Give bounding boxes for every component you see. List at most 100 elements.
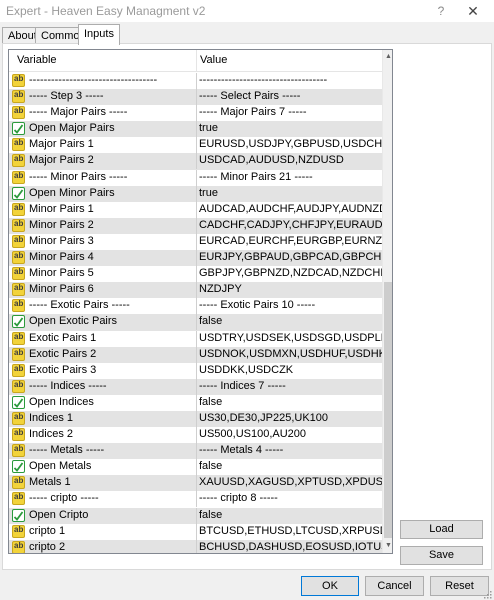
row-value[interactable]: ----- Minor Pairs 21 ----- [199,171,313,183]
bool-check-icon [12,508,25,522]
table-row[interactable]: Open Minor Pairs true [9,185,382,202]
row-value[interactable]: ----- Indices 7 ----- [199,380,286,392]
table-row[interactable]: ab Minor Pairs 3 EURCAD,EURCHF,EURGBP,EURN… [9,233,390,250]
row-variable: cripto 2 [29,540,66,553]
ok-button[interactable]: OK [301,576,359,596]
row-value[interactable]: EURUSD,USDJPY,GBPUSD,USDCHF [199,138,389,150]
table-row[interactable]: ab ----- Step 3 ----- ----- Select Pairs -… [9,89,382,106]
reset-button[interactable]: Reset [430,576,489,596]
row-variable: Exotic Pairs 2 [29,347,97,360]
save-button[interactable]: Save [400,546,483,565]
table-row[interactable]: ab Major Pairs 2 USDCAD,AUDUSD,NZDUSD [9,153,382,170]
resize-grip-icon[interactable] [484,591,492,599]
string-ab-icon: ab [12,524,25,538]
table-row[interactable]: ab Metals 1 XAUUSD,XAGUSD,XPTUSD,XPDUSD [9,475,391,492]
cancel-button[interactable]: Cancel [365,576,424,596]
table-row[interactable]: ab Minor Pairs 1 AUDCAD,AUDCHF,AUDJPY,AUDN… [9,201,387,218]
column-header-value[interactable]: Value [200,54,227,66]
row-value[interactable]: EURJPY,GBPAUD,GBPCAD,GBPCHF [199,251,388,263]
vertical-scrollbar[interactable]: ▲ ▼ [382,50,392,553]
row-value[interactable]: ----- Select Pairs ----- [199,90,300,102]
string-type-label: ab [14,218,24,228]
table-row[interactable]: ab Minor Pairs 5 GBPJPY,GBPNZD,NZDCAD,NZDC… [9,266,387,283]
table-row[interactable]: ab Minor Pairs 6 NZDJPY [9,282,382,299]
table-row[interactable]: ab Exotic Pairs 1 USDTRY,USDSEK,USDSGD,USD… [9,330,389,347]
table-row[interactable]: ab ----- Indices ----- ----- Indices 7 ---… [9,378,382,395]
row-value[interactable]: ----- Major Pairs 7 ----- [199,106,307,118]
column-divider[interactable] [196,50,197,72]
table-row[interactable]: ab ----- Minor Pairs ----- ----- Minor Pai… [9,169,382,186]
row-value[interactable]: NZDJPY [199,283,242,295]
row-value[interactable]: BTCUSD,ETHUSD,LTCUSD,XRPUSD [199,525,388,537]
row-value[interactable]: USDTRY,USDSEK,USDSGD,USDPLN [199,332,389,344]
table-row[interactable]: Open Major Pairs true [9,121,382,138]
table-row[interactable]: ab Indices 1 US30,DE30,JP225,UK100 [9,410,382,428]
cell-divider [196,89,197,106]
table-row[interactable]: ab ----- Metals ----- ----- Metals 4 ----- [9,443,382,460]
table-row[interactable]: ab ----- Major Pairs ----- ----- Major Pai… [9,105,382,122]
cell-divider [196,491,197,508]
row-value[interactable]: USDCAD,AUDUSD,NZDUSD [199,154,344,166]
row-value[interactable]: CADCHF,CADJPY,CHFJPY,EURAUD [199,219,383,231]
row-value[interactable]: false [199,460,222,472]
scroll-up-icon[interactable]: ▲ [383,50,392,64]
cell-divider [196,410,197,427]
column-header-variable[interactable]: Variable [17,54,57,66]
table-row[interactable]: Open Indices false [9,394,382,411]
string-ab-icon: ab [12,202,25,216]
cell-divider [196,282,197,299]
cell-divider [196,378,197,395]
row-value[interactable]: AUDCAD,AUDCHF,AUDJPY,AUDNZD [199,203,387,215]
row-value[interactable]: ----- cripto 8 ----- [199,492,278,504]
close-button[interactable]: ✕ [456,1,490,21]
row-variable: cripto 1 [29,524,66,537]
string-ab-icon: ab [12,218,25,232]
help-button[interactable]: ? [430,1,452,21]
row-value[interactable]: BCHUSD,DASHUSD,EOSUSD,IOTUSD [199,541,392,553]
table-row[interactable]: ab Minor Pairs 4 EURJPY,GBPAUD,GBPCAD,GBPC… [9,250,388,267]
table-row[interactable]: ab Indices 2 US500,US100,AU200 [9,427,382,444]
table-row[interactable]: ab ----- cripto ----- ----- cripto 8 ----- [9,491,382,508]
table-row[interactable]: ab Major Pairs 1 EURUSD,USDJPY,GBPUSD,USDC… [9,137,389,154]
string-ab-icon: ab [12,251,25,265]
row-value[interactable]: USDNOK,USDMXN,USDHUF,USDHKD [199,348,392,360]
string-ab-icon: ab [12,283,25,297]
scroll-down-icon[interactable]: ▼ [383,539,392,553]
table-row[interactable]: ab ----- Exotic Pairs ----- ----- Exotic P… [9,298,382,315]
string-ab-icon: ab [12,444,25,458]
row-value[interactable]: ----------------------------------- [199,74,327,86]
row-variable: ----- Indices ----- [29,379,107,392]
string-ab-icon: ab [12,476,25,490]
table-row[interactable]: Open Metals false [9,459,382,476]
row-variable: Metals 1 [29,476,71,489]
row-value[interactable]: US500,US100,AU200 [199,428,306,440]
row-value[interactable]: false [199,509,222,521]
row-value[interactable]: USDDKK,USDCZK [199,364,293,376]
string-type-label: ab [14,524,24,534]
load-button[interactable]: Load [400,520,483,539]
table-row[interactable]: Open Exotic Pairs false [9,314,382,331]
table-row[interactable]: ab ----------------------------------- ---… [9,73,382,89]
string-type-label: ab [14,347,24,357]
row-variable: ----- Metals ----- [29,444,105,457]
table-row[interactable]: ab cripto 2 BCHUSD,DASHUSD,EOSUSD,IOTUSD [9,539,392,553]
row-value[interactable]: EURCAD,EURCHF,EURGBP,EURNZD [199,235,390,247]
row-value[interactable]: true [199,122,218,134]
tab-inputs[interactable]: Inputs [78,24,120,45]
row-value[interactable]: false [199,396,222,408]
row-value[interactable]: GBPJPY,GBPNZD,NZDCAD,NZDCHF [199,267,387,279]
string-type-label: ab [14,492,24,502]
row-value[interactable]: XAUUSD,XAGUSD,XPTUSD,XPDUSD [199,476,391,488]
row-value[interactable]: ----- Exotic Pairs 10 ----- [199,299,315,311]
table-row[interactable]: ab Exotic Pairs 2 USDNOK,USDMXN,USDHUF,USD… [9,346,392,363]
row-value[interactable]: true [199,187,218,199]
row-value[interactable]: US30,DE30,JP225,UK100 [199,412,328,424]
table-row[interactable]: ab cripto 1 BTCUSD,ETHUSD,LTCUSD,XRPUSD [9,523,388,540]
row-value[interactable]: false [199,315,222,327]
row-variable: Exotic Pairs 1 [29,331,97,344]
table-row[interactable]: ab Exotic Pairs 3 USDDKK,USDCZK [9,362,382,379]
table-row[interactable]: Open Cripto false [9,507,382,524]
table-row[interactable]: ab Minor Pairs 2 CADCHF,CADJPY,CHFJPY,EURA… [9,217,383,234]
scroll-thumb[interactable] [384,282,392,538]
row-value[interactable]: ----- Metals 4 ----- [199,444,283,456]
